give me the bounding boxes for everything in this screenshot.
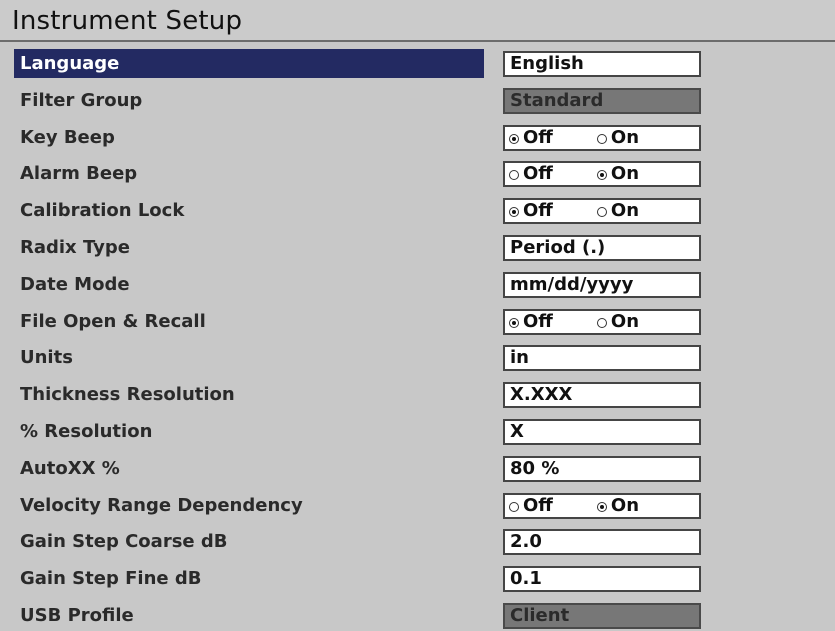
radio-on-label: On xyxy=(610,310,640,332)
radio-button-icon[interactable] xyxy=(509,501,519,512)
setting-row[interactable]: Key Beep Off On xyxy=(0,120,835,157)
radio-on[interactable]: On xyxy=(596,200,640,222)
radio-button-icon[interactable] xyxy=(596,170,607,181)
radio-button-icon[interactable] xyxy=(509,133,519,144)
title-bar: Instrument Setup xyxy=(0,0,835,42)
setting-radio-group[interactable]: Off On xyxy=(503,124,701,151)
setting-value-field: Standard xyxy=(503,87,701,114)
radio-on[interactable]: On xyxy=(596,126,640,149)
radio-off[interactable]: Off xyxy=(509,495,553,517)
radio-button-icon[interactable] xyxy=(596,133,607,144)
setting-radio-group[interactable]: Off On xyxy=(503,198,701,225)
radio-off-label: Off xyxy=(523,126,553,148)
setting-label[interactable]: Thickness Resolution xyxy=(14,380,484,409)
setting-radio-group[interactable]: Off On xyxy=(503,161,701,188)
setting-label[interactable]: Language xyxy=(14,49,484,78)
radio-off[interactable]: Off xyxy=(509,200,553,222)
setting-value-field[interactable]: in xyxy=(503,345,701,372)
radio-on[interactable]: On xyxy=(596,310,640,333)
radio-button-icon[interactable] xyxy=(509,317,519,328)
radio-button-icon[interactable] xyxy=(509,170,519,181)
radio-off-label: Off xyxy=(523,163,553,185)
radio-off-label: Off xyxy=(523,200,553,222)
setting-label[interactable]: % Resolution xyxy=(14,417,484,446)
setting-label[interactable]: Filter Group xyxy=(14,86,484,115)
setting-row[interactable]: Language English xyxy=(0,46,835,83)
setting-value-field[interactable]: 2.0 xyxy=(503,529,701,556)
setting-row[interactable]: File Open & Recall Off On xyxy=(0,304,835,341)
radio-on-label: On xyxy=(610,163,640,185)
setting-row[interactable]: Date Mode mm/dd/yyyy xyxy=(0,267,835,304)
setting-row[interactable]: AutoXX % 80 % xyxy=(0,451,835,488)
setting-radio-group[interactable]: Off On xyxy=(503,492,701,519)
setting-row[interactable]: Filter Group Standard xyxy=(0,83,835,120)
radio-on-label: On xyxy=(610,200,640,222)
page-title: Instrument Setup xyxy=(12,6,243,36)
instrument-setup-screen: Instrument Setup Language English Filter G… xyxy=(0,0,835,631)
setting-radio-group[interactable]: Off On xyxy=(503,308,701,335)
setting-value-field[interactable]: English xyxy=(503,51,701,77)
setting-label[interactable]: AutoXX % xyxy=(14,454,484,483)
setting-row[interactable]: USB Profile Client xyxy=(0,598,835,631)
radio-button-icon[interactable] xyxy=(596,317,607,328)
radio-button-icon[interactable] xyxy=(596,501,607,512)
settings-list: Language English Filter Group Standard Key B… xyxy=(0,46,835,631)
radio-button-icon[interactable] xyxy=(596,207,607,218)
setting-label[interactable]: File Open & Recall xyxy=(14,307,484,336)
radio-on-label: On xyxy=(610,126,640,148)
setting-label[interactable]: Velocity Range Dependency xyxy=(14,491,484,520)
setting-label[interactable]: Alarm Beep xyxy=(14,159,484,188)
radio-off[interactable]: Off xyxy=(509,163,553,185)
setting-row[interactable]: Units in xyxy=(0,340,835,377)
radio-off-label: Off xyxy=(523,310,553,332)
setting-label[interactable]: Key Beep xyxy=(14,123,484,152)
setting-row[interactable]: Gain Step Coarse dB 2.0 xyxy=(0,524,835,561)
setting-value-field[interactable]: 80 % xyxy=(503,455,701,482)
setting-label[interactable]: Calibration Lock xyxy=(14,196,484,225)
setting-value-field: Client xyxy=(503,602,701,629)
setting-row[interactable]: Alarm Beep Off On xyxy=(0,156,835,193)
radio-off-label: Off xyxy=(523,494,553,516)
setting-value-field[interactable]: X xyxy=(503,418,701,445)
radio-on[interactable]: On xyxy=(596,163,640,185)
radio-button-icon[interactable] xyxy=(509,207,519,218)
setting-row[interactable]: Velocity Range Dependency Off On xyxy=(0,488,835,525)
setting-label[interactable]: Gain Step Fine dB xyxy=(14,564,484,593)
radio-off[interactable]: Off xyxy=(509,127,553,149)
setting-label[interactable]: Units xyxy=(14,343,484,372)
setting-label[interactable]: Date Mode xyxy=(14,270,484,299)
setting-row[interactable]: Calibration Lock Off On xyxy=(0,193,835,230)
setting-value-field[interactable]: 0.1 xyxy=(503,566,701,593)
setting-row[interactable]: Thickness Resolution X.XXX xyxy=(0,377,835,414)
setting-label[interactable]: USB Profile xyxy=(14,601,484,630)
setting-value-field[interactable]: X.XXX xyxy=(503,382,701,409)
setting-label[interactable]: Radix Type xyxy=(14,233,484,262)
setting-value-field[interactable]: Period (.) xyxy=(503,234,701,261)
setting-label[interactable]: Gain Step Coarse dB xyxy=(14,527,484,556)
setting-row[interactable]: Gain Step Fine dB 0.1 xyxy=(0,561,835,598)
setting-value-field[interactable]: mm/dd/yyyy xyxy=(503,271,701,298)
radio-on[interactable]: On xyxy=(596,494,640,517)
radio-on-label: On xyxy=(610,494,640,516)
radio-off[interactable]: Off xyxy=(509,311,553,333)
setting-row[interactable]: Radix Type Period (.) xyxy=(0,230,835,267)
setting-row[interactable]: % Resolution X xyxy=(0,414,835,451)
